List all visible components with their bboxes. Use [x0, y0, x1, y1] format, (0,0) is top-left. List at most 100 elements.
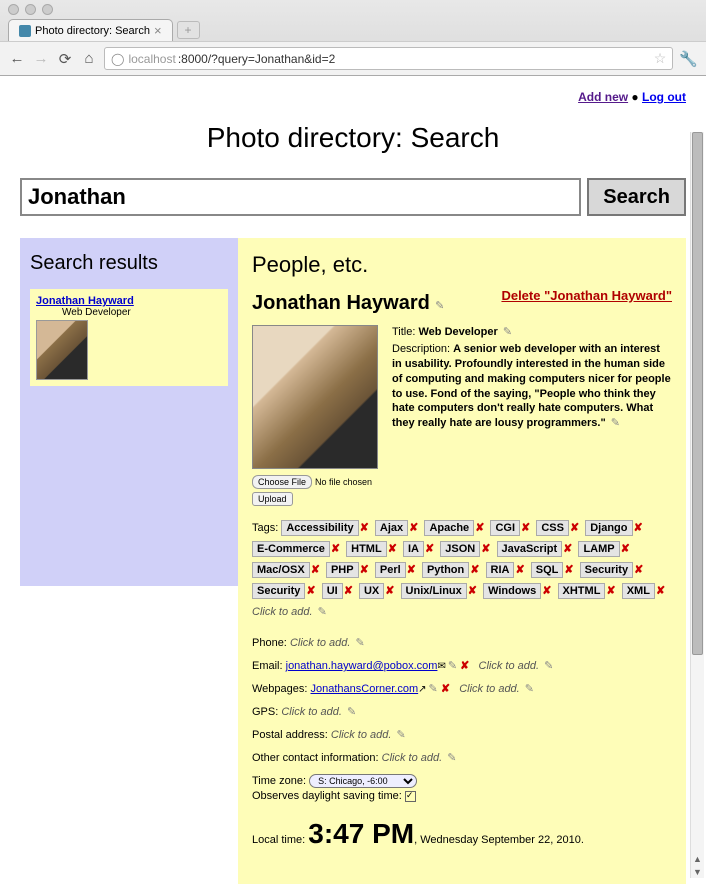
- remove-tag-icon[interactable]: ✘: [468, 585, 477, 597]
- new-tab-button[interactable]: +: [177, 21, 200, 39]
- remove-tag-icon[interactable]: ✘: [344, 585, 353, 597]
- tag[interactable]: Accessibility: [281, 520, 358, 536]
- remove-tag-icon[interactable]: ✘: [470, 564, 479, 576]
- scrollbar[interactable]: ▲ ▼: [690, 132, 704, 878]
- remove-tag-icon[interactable]: ✘: [360, 522, 369, 534]
- dst-checkbox[interactable]: [405, 791, 416, 802]
- search-input[interactable]: [20, 178, 581, 216]
- home-button[interactable]: ⌂: [80, 50, 98, 67]
- bookmark-icon[interactable]: ☆: [654, 50, 667, 67]
- result-name-link[interactable]: Jonathan Hayward: [36, 295, 134, 307]
- remove-tag-icon[interactable]: ✘: [563, 543, 572, 555]
- tag[interactable]: Unix/Linux: [401, 583, 467, 599]
- tag[interactable]: Mac/OSX: [252, 562, 310, 578]
- zoom-window-icon[interactable]: [42, 4, 53, 15]
- tag[interactable]: JSON: [440, 541, 480, 557]
- remove-tag-icon[interactable]: ✘: [311, 564, 320, 576]
- remove-tag-icon[interactable]: ✘: [407, 564, 416, 576]
- remove-tag-icon[interactable]: ✘: [360, 564, 369, 576]
- tag[interactable]: HTML: [346, 541, 387, 557]
- settings-icon[interactable]: 🔧: [679, 50, 698, 68]
- tag[interactable]: XML: [622, 583, 655, 599]
- tag[interactable]: UX: [359, 583, 384, 599]
- remove-tag-icon[interactable]: ✘: [409, 522, 418, 534]
- tag[interactable]: PHP: [326, 562, 359, 578]
- search-result[interactable]: Jonathan Hayward Web Developer: [30, 289, 228, 386]
- tag[interactable]: LAMP: [578, 541, 619, 557]
- remove-tag-icon[interactable]: ✘: [385, 585, 394, 597]
- edit-icon[interactable]: ✎: [525, 683, 534, 695]
- remove-tag-icon[interactable]: ✘: [331, 543, 340, 555]
- edit-icon[interactable]: ✎: [429, 683, 438, 695]
- tag[interactable]: Security: [580, 562, 633, 578]
- tag[interactable]: CSS: [536, 520, 569, 536]
- tags-add[interactable]: Click to add.: [252, 606, 313, 618]
- remove-tag-icon[interactable]: ✘: [621, 543, 630, 555]
- scroll-down-icon[interactable]: ▼: [691, 867, 704, 877]
- minimize-window-icon[interactable]: [25, 4, 36, 15]
- edit-icon[interactable]: ✎: [435, 300, 444, 312]
- back-button[interactable]: ←: [8, 50, 26, 67]
- url-bar[interactable]: ◯ localhost :8000/?query=Jonathan&id=2 ☆: [104, 47, 673, 70]
- search-button[interactable]: Search: [587, 178, 686, 216]
- forward-button[interactable]: →: [32, 50, 50, 67]
- remove-email-icon[interactable]: ✘: [460, 660, 469, 672]
- tag[interactable]: Ajax: [375, 520, 408, 536]
- remove-tag-icon[interactable]: ✘: [570, 522, 579, 534]
- scroll-thumb[interactable]: [692, 132, 703, 655]
- email-add[interactable]: Click to add.: [479, 660, 540, 672]
- tag[interactable]: Windows: [483, 583, 541, 599]
- remove-tag-icon[interactable]: ✘: [542, 585, 551, 597]
- tag[interactable]: UI: [322, 583, 343, 599]
- remove-tag-icon[interactable]: ✘: [656, 585, 665, 597]
- logout-link[interactable]: Log out: [642, 90, 686, 104]
- remove-tag-icon[interactable]: ✘: [521, 522, 530, 534]
- timezone-select[interactable]: S: Chicago, -6:00: [309, 774, 417, 788]
- email-link[interactable]: jonathan.hayward@pobox.com: [286, 660, 438, 672]
- close-tab-icon[interactable]: ×: [154, 23, 162, 38]
- edit-icon[interactable]: ✎: [448, 660, 457, 672]
- tag[interactable]: Security: [252, 583, 305, 599]
- remove-tag-icon[interactable]: ✘: [634, 564, 643, 576]
- tag[interactable]: SQL: [531, 562, 564, 578]
- webpage-link[interactable]: JonathansCorner.com: [311, 683, 419, 695]
- remove-tag-icon[interactable]: ✘: [481, 543, 490, 555]
- remove-tag-icon[interactable]: ✘: [606, 585, 615, 597]
- tag[interactable]: Django: [585, 520, 632, 536]
- tag[interactable]: RIA: [486, 562, 515, 578]
- remove-tag-icon[interactable]: ✘: [515, 564, 524, 576]
- edit-icon[interactable]: ✎: [396, 729, 405, 741]
- remove-tag-icon[interactable]: ✘: [634, 522, 643, 534]
- tag[interactable]: Python: [422, 562, 469, 578]
- edit-icon[interactable]: ✎: [356, 637, 365, 649]
- remove-tag-icon[interactable]: ✘: [425, 543, 434, 555]
- remove-tag-icon[interactable]: ✘: [388, 543, 397, 555]
- edit-icon[interactable]: ✎: [318, 606, 327, 618]
- other-add[interactable]: Click to add.: [382, 752, 443, 764]
- tag[interactable]: Perl: [375, 562, 406, 578]
- edit-icon[interactable]: ✎: [503, 326, 512, 338]
- tag[interactable]: CGI: [490, 520, 520, 536]
- tag[interactable]: E-Commerce: [252, 541, 330, 557]
- webpage-add[interactable]: Click to add.: [459, 683, 520, 695]
- tag[interactable]: XHTML: [558, 583, 606, 599]
- tag[interactable]: JavaScript: [497, 541, 563, 557]
- tag[interactable]: IA: [403, 541, 424, 557]
- delete-link[interactable]: Delete "Jonathan Hayward": [501, 288, 672, 303]
- scroll-up-icon[interactable]: ▲: [691, 854, 704, 864]
- choose-file-button[interactable]: Choose File: [252, 475, 312, 489]
- remove-tag-icon[interactable]: ✘: [475, 522, 484, 534]
- phone-add[interactable]: Click to add.: [290, 637, 351, 649]
- remove-tag-icon[interactable]: ✘: [564, 564, 573, 576]
- browser-tab[interactable]: Photo directory: Search ×: [8, 19, 173, 41]
- postal-add[interactable]: Click to add.: [331, 729, 392, 741]
- gps-add[interactable]: Click to add.: [281, 706, 342, 718]
- edit-icon[interactable]: ✎: [447, 752, 456, 764]
- tag[interactable]: Apache: [424, 520, 474, 536]
- close-window-icon[interactable]: [8, 4, 19, 15]
- upload-button[interactable]: Upload: [252, 492, 293, 506]
- edit-icon[interactable]: ✎: [347, 706, 356, 718]
- add-new-link[interactable]: Add new: [578, 90, 628, 104]
- edit-icon[interactable]: ✎: [611, 417, 620, 429]
- edit-icon[interactable]: ✎: [544, 660, 553, 672]
